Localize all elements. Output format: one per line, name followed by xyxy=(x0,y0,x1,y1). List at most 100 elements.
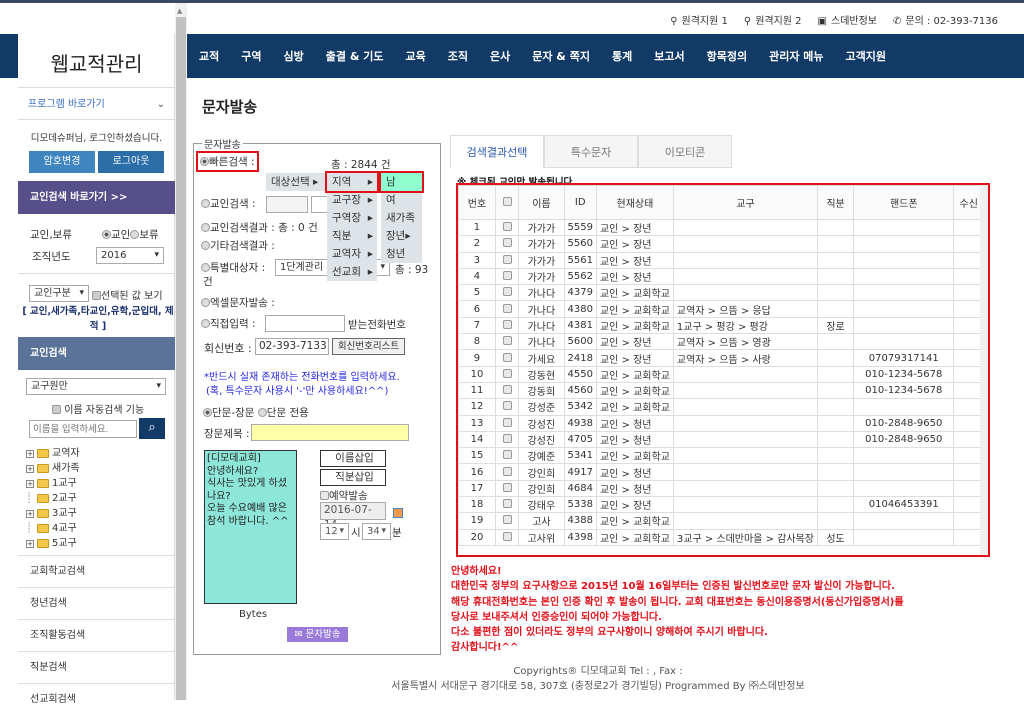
nav-item[interactable]: 보고서 xyxy=(643,48,695,64)
tree-node[interactable]: + 교역자 xyxy=(26,446,80,461)
expand-icon[interactable]: + xyxy=(26,539,34,548)
nav-item[interactable]: 교적 xyxy=(188,48,230,64)
row-checkbox[interactable] xyxy=(502,401,512,411)
tree-node[interactable]: +1교구 xyxy=(26,476,80,491)
table-row[interactable]: 12 강성준 5342 교인 > 교회학교 xyxy=(458,398,984,416)
expand-icon[interactable]: + xyxy=(26,449,34,458)
reserve-date-input[interactable]: 2016-07-14 xyxy=(320,502,386,531)
row-checkbox[interactable] xyxy=(502,352,512,362)
table-cell[interactable] xyxy=(494,365,520,383)
table-cell[interactable] xyxy=(494,430,520,449)
row-checkbox[interactable] xyxy=(502,336,512,346)
select-all-checkbox[interactable] xyxy=(502,197,512,206)
menu-item[interactable]: 교역자 ▸ xyxy=(327,245,377,263)
program-shortcut[interactable]: 프로그램 바로가기 ⌄ xyxy=(18,90,175,120)
table-row[interactable]: 17 강인희 4684 교인 > 청년 xyxy=(458,479,984,498)
table-cell[interactable] xyxy=(494,447,520,465)
tree-node[interactable]: ┊ 2교구 xyxy=(26,491,80,506)
sidebar-item[interactable]: 선교회검색 xyxy=(18,683,175,715)
menu-item-target[interactable]: 대상선택 ▸ xyxy=(266,173,325,191)
table-cell[interactable] xyxy=(494,284,520,302)
nav-item[interactable]: 고객지원 xyxy=(835,48,897,64)
row-checkbox[interactable] xyxy=(502,319,512,329)
nav-item[interactable]: 문자 & 쪽지 xyxy=(521,48,601,64)
menu-item[interactable]: 남 xyxy=(379,171,424,193)
menu-item[interactable]: 새가족 xyxy=(381,209,422,227)
table-row[interactable]: 1 가가가 5559 교인 > 장년 xyxy=(458,218,984,237)
row-checkbox[interactable] xyxy=(502,417,512,427)
table-row[interactable]: 11 강동희 4560 교인 > 교회학교 010-1234-5678 xyxy=(458,381,984,400)
row-checkbox[interactable] xyxy=(502,368,512,378)
table-cell[interactable] xyxy=(494,398,520,416)
table-row[interactable]: 5 가나다 4379 교인 > 교회학교 xyxy=(458,284,984,302)
table-cell[interactable] xyxy=(494,218,520,237)
tree-node[interactable]: +3교구 xyxy=(26,506,80,521)
radio-member[interactable] xyxy=(102,230,111,239)
tree-node[interactable]: +5교구 xyxy=(26,536,80,551)
special-target-radio[interactable] xyxy=(201,263,210,272)
sidebar-scrollbar[interactable]: ▲ xyxy=(175,3,187,700)
table-cell[interactable] xyxy=(494,463,520,481)
expand-icon[interactable]: + xyxy=(26,509,34,518)
table-cell[interactable] xyxy=(494,333,520,351)
row-checkbox[interactable] xyxy=(502,287,512,297)
hour-select[interactable]: 12 xyxy=(320,523,349,540)
table-row[interactable]: 3 가가가 5561 교인 > 장년 xyxy=(458,251,984,269)
table-row[interactable]: 2 가가가 5560 교인 > 장년 xyxy=(458,235,984,253)
table-cell[interactable] xyxy=(494,528,520,546)
row-checkbox[interactable] xyxy=(502,271,512,281)
table-row[interactable]: 10 강동현 4550 교인 > 교회학교 010-1234-5678 xyxy=(458,365,984,383)
remote-support-2-link[interactable]: ⚲ 원격지원 2 xyxy=(744,12,802,27)
radio-hold[interactable] xyxy=(130,230,140,239)
table-cell[interactable] xyxy=(494,300,520,318)
scroll-up-icon[interactable]: ▲ xyxy=(177,7,182,15)
reserve-checkbox[interactable] xyxy=(320,491,329,500)
expand-icon[interactable]: + xyxy=(26,479,34,488)
nav-item[interactable]: 심방 xyxy=(273,48,315,64)
nav-item[interactable]: 관리자 메뉴 xyxy=(758,48,834,64)
sms-radio[interactable] xyxy=(257,408,267,417)
direct-phone-input[interactable] xyxy=(265,315,345,332)
row-checkbox[interactable] xyxy=(502,238,512,248)
table-cell[interactable] xyxy=(494,381,520,400)
scroll-thumb[interactable] xyxy=(176,17,186,700)
excel-radio[interactable] xyxy=(201,298,210,307)
sidebar-item[interactable]: 청년검색 xyxy=(18,587,175,619)
row-checkbox[interactable] xyxy=(502,434,512,443)
reply-number-input[interactable]: 02-393-7133 xyxy=(255,338,329,355)
row-checkbox[interactable] xyxy=(502,254,512,264)
table-cell[interactable] xyxy=(494,496,520,514)
member-type-select[interactable]: 교인구분 xyxy=(29,285,89,302)
member-result-radio[interactable] xyxy=(201,223,210,232)
row-checkbox[interactable] xyxy=(502,482,512,492)
table-row[interactable]: 18 강태우 5338 교인 > 장년 01046453391 xyxy=(458,496,984,514)
sidebar-item[interactable]: 직분검색 xyxy=(18,651,175,683)
expand-icon[interactable]: + xyxy=(26,464,34,473)
show-selected-checkbox[interactable] xyxy=(92,291,101,300)
tree-node[interactable]: + 새가족 xyxy=(26,461,80,476)
row-checkbox[interactable] xyxy=(502,531,512,541)
nav-item[interactable]: 은사 xyxy=(479,48,521,64)
menu-item[interactable]: 여 xyxy=(381,191,422,209)
table-row[interactable]: 14 강성진 4705 교인 > 청년 010-2848-9650 xyxy=(458,430,984,449)
company-info-link[interactable]: ▣ 스데반정보 xyxy=(818,12,877,27)
member-search-shortcut-header[interactable]: 교인검색 바로가기 >> xyxy=(18,181,175,214)
quick-search-option[interactable]: 빠른검색 : xyxy=(196,151,259,172)
table-cell[interactable] xyxy=(494,267,520,286)
row-checkbox[interactable] xyxy=(502,515,512,525)
insert-name-button[interactable]: 이름삽입 xyxy=(320,450,386,467)
table-cell[interactable] xyxy=(494,316,520,335)
auto-search-checkbox[interactable] xyxy=(52,405,61,414)
table-cell[interactable] xyxy=(494,349,520,367)
sidebar-item[interactable]: 조직활동검색 xyxy=(18,619,175,651)
tab[interactable]: 검색결과선택 xyxy=(450,135,544,168)
member-search-input[interactable] xyxy=(266,196,308,213)
nav-item[interactable]: 출결 & 기도 xyxy=(315,48,395,64)
table-row[interactable]: 19 고사 4388 교인 > 교회학교 xyxy=(458,512,984,530)
menu-item[interactable]: 선교회 ▸ xyxy=(327,263,377,281)
table-row[interactable]: 15 강예준 5341 교인 > 교회학교 xyxy=(458,447,984,465)
menu-item[interactable]: 직분 ▸ xyxy=(327,227,377,245)
send-button[interactable]: ✉ 문자발송 xyxy=(287,627,348,642)
tab[interactable]: 이모티콘 xyxy=(638,135,732,168)
row-checkbox[interactable] xyxy=(502,499,512,509)
